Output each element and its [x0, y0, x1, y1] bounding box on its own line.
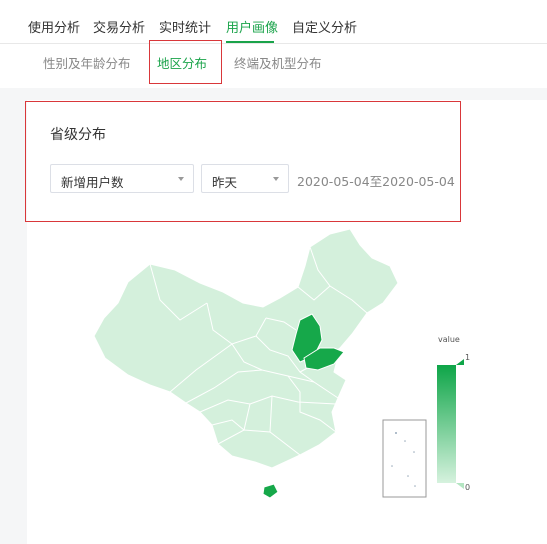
- province-highlight-hainan[interactable]: [262, 483, 279, 499]
- china-province-map[interactable]: [0, 0, 547, 544]
- legend-color-bar: [437, 365, 456, 483]
- legend-max-handle[interactable]: [456, 359, 464, 365]
- legend-max-label: 1: [465, 353, 471, 362]
- legend-min-handle[interactable]: [456, 483, 464, 489]
- legend-title: value: [438, 335, 460, 344]
- map-country-outline[interactable]: [93, 228, 399, 469]
- south-china-sea-inset: [382, 419, 427, 498]
- legend-min-label: 0: [465, 483, 471, 492]
